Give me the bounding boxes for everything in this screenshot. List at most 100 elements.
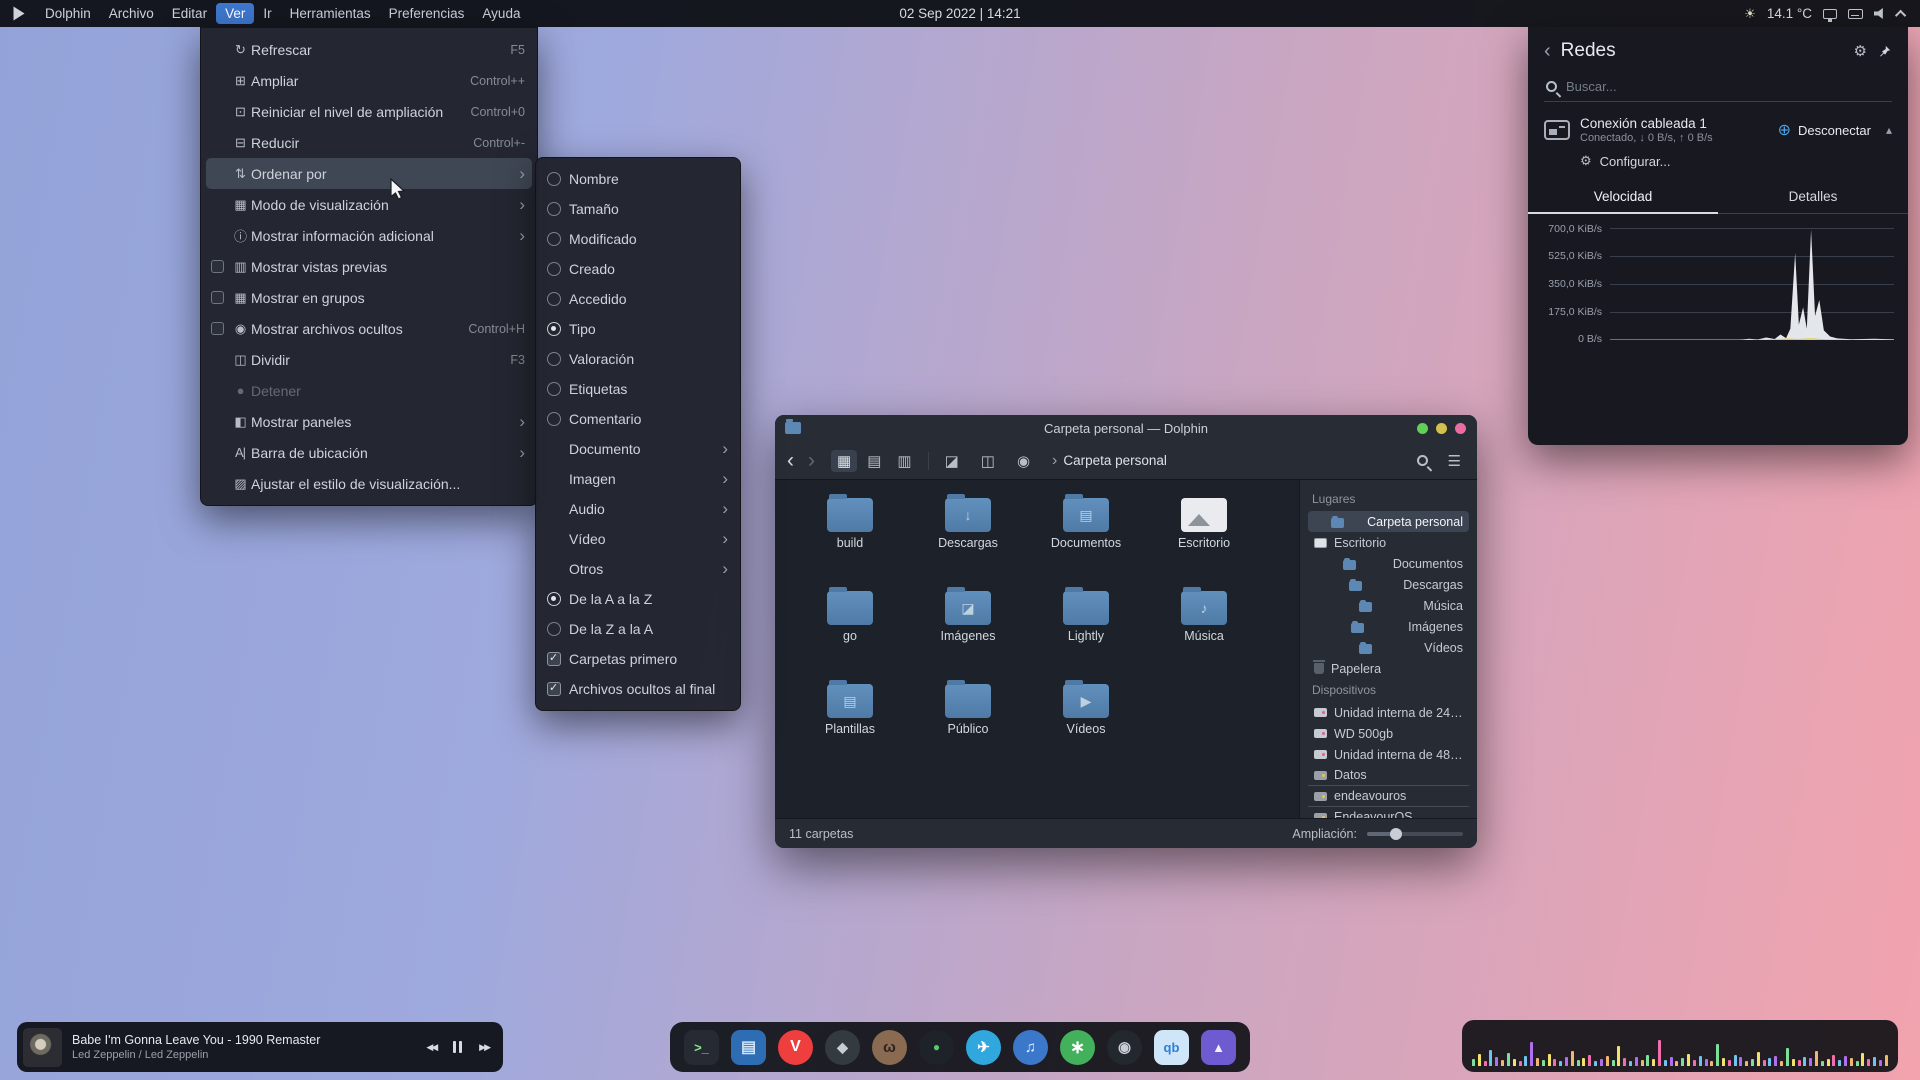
display-icon[interactable] bbox=[1823, 9, 1837, 19]
menu-item[interactable]: ◫ Dividir F3 bbox=[201, 344, 537, 375]
preview-button[interactable]: ◪ bbox=[939, 450, 965, 472]
submenu-item[interactable]: Carpetas primero bbox=[536, 644, 740, 674]
folder-item[interactable]: Público bbox=[913, 678, 1023, 771]
configure-link[interactable]: ⚙ Configurar... bbox=[1580, 153, 1892, 169]
dock-icon-file-manager[interactable]: ▤ bbox=[731, 1030, 766, 1065]
device-item[interactable]: endeavouros bbox=[1308, 786, 1469, 807]
dock-icon-music-app[interactable]: ♫ bbox=[1013, 1030, 1048, 1065]
device-item[interactable]: EndeavourOS bbox=[1308, 807, 1469, 818]
menu-item[interactable]: ▨ Ajustar el estilo de visualización... bbox=[201, 468, 537, 499]
menu-item[interactable]: ▦ Mostrar en grupos bbox=[201, 282, 537, 313]
submenu-item[interactable]: Imagen bbox=[536, 464, 740, 494]
dock-icon-inkscape[interactable]: ◆ bbox=[825, 1030, 860, 1065]
compact-view-button[interactable]: ▤ bbox=[861, 450, 887, 472]
dock-icon-vivaldi[interactable]: V bbox=[778, 1030, 813, 1065]
forward-button[interactable]: › bbox=[806, 450, 817, 471]
submenu-item[interactable]: Archivos ocultos al final bbox=[536, 674, 740, 704]
dock-icon-planet-app[interactable]: ● bbox=[919, 1030, 954, 1065]
device-item[interactable]: Unidad interna de 48,8 ... bbox=[1308, 744, 1469, 765]
menu-item[interactable]: ⊡ Reiniciar el nivel de ampliación Contr… bbox=[201, 96, 537, 127]
menu-item[interactable]: ⊟ Reducir Control+- bbox=[201, 127, 537, 158]
place-item[interactable]: Música bbox=[1308, 595, 1469, 616]
folder-item[interactable]: build bbox=[795, 492, 905, 585]
folder-item[interactable]: Lightly bbox=[1031, 585, 1141, 678]
submenu-item[interactable]: De la Z a la A bbox=[536, 614, 740, 644]
submenu-item[interactable]: De la A a la Z bbox=[536, 584, 740, 614]
device-item[interactable]: Unidad interna de 244,... bbox=[1308, 702, 1469, 723]
pause-icon[interactable] bbox=[453, 1041, 462, 1053]
submenu-item[interactable]: Creado bbox=[536, 254, 740, 284]
folder-item[interactable]: ↓ Descargas bbox=[913, 492, 1023, 585]
previous-track-icon[interactable]: ◀◀ bbox=[426, 1042, 436, 1053]
collapse-arrow-icon[interactable]: ▴ bbox=[1886, 123, 1892, 137]
folder-item[interactable]: ▤ Plantillas bbox=[795, 678, 905, 771]
folder-item[interactable]: ◪ Imágenes bbox=[913, 585, 1023, 678]
pin-icon[interactable] bbox=[1877, 44, 1892, 59]
place-item[interactable]: Carpeta personal bbox=[1308, 511, 1469, 532]
volume-icon[interactable] bbox=[1874, 8, 1887, 19]
dock-icon-terminal[interactable]: >_ bbox=[684, 1030, 719, 1065]
window-titlebar[interactable]: Carpeta personal — Dolphin bbox=[775, 415, 1477, 442]
menu-item[interactable]: ↻ Refrescar F5 bbox=[201, 34, 537, 65]
menu-item[interactable]: ● Detener bbox=[201, 375, 537, 406]
maximize-button[interactable] bbox=[1436, 423, 1447, 434]
menubar-item[interactable]: Ir bbox=[254, 3, 280, 24]
dock-icon-green-app[interactable]: ∗ bbox=[1060, 1030, 1095, 1065]
clock[interactable]: 02 Sep 2022 | 14:21 bbox=[899, 6, 1020, 21]
menubar-item[interactable]: Ayuda bbox=[473, 3, 529, 24]
show-hidden-button[interactable]: ◉ bbox=[1011, 450, 1036, 472]
connection-item[interactable]: Conexión cableada 1 Conectado, ↓ 0 B/s, … bbox=[1544, 116, 1892, 144]
place-item[interactable]: Documentos bbox=[1308, 553, 1469, 574]
folder-item[interactable]: ♪ Música bbox=[1149, 585, 1259, 678]
menu-item[interactable]: A| Barra de ubicación bbox=[201, 437, 537, 468]
icons-view-button[interactable]: ▦ bbox=[831, 450, 857, 472]
submenu-item[interactable]: Accedido bbox=[536, 284, 740, 314]
folder-item[interactable]: Escritorio bbox=[1149, 492, 1259, 585]
menubar-item[interactable]: Editar bbox=[163, 3, 216, 24]
configure-label[interactable]: Configurar... bbox=[1600, 154, 1671, 169]
temperature[interactable]: 14.1 °C bbox=[1767, 6, 1812, 21]
folder-item[interactable]: ▤ Documentos bbox=[1031, 492, 1141, 585]
menubar-item[interactable]: Preferencias bbox=[380, 3, 474, 24]
submenu-item[interactable]: Comentario bbox=[536, 404, 740, 434]
network-tab[interactable]: Detalles bbox=[1718, 182, 1908, 214]
menubar-item[interactable]: Dolphin bbox=[36, 3, 100, 24]
breadcrumb[interactable]: › Carpeta personal bbox=[1052, 452, 1167, 470]
chevron-up-icon[interactable] bbox=[1895, 9, 1906, 20]
search-icon[interactable] bbox=[1417, 455, 1428, 466]
keyboard-icon[interactable] bbox=[1848, 9, 1863, 19]
back-icon[interactable]: ‹ bbox=[1544, 41, 1551, 61]
dock-icon-cat-app[interactable]: ω bbox=[872, 1030, 907, 1065]
minimize-button[interactable] bbox=[1417, 423, 1428, 434]
submenu-item[interactable]: Documento bbox=[536, 434, 740, 464]
zoom-slider[interactable] bbox=[1367, 832, 1463, 836]
split-button[interactable]: ◫ bbox=[975, 450, 1001, 472]
menubar-item[interactable]: Herramientas bbox=[281, 3, 380, 24]
place-item[interactable]: Descargas bbox=[1308, 574, 1469, 595]
folder-item[interactable]: go bbox=[795, 585, 905, 678]
menu-item[interactable]: ▥ Mostrar vistas previas bbox=[201, 251, 537, 282]
menubar-item[interactable]: Archivo bbox=[100, 3, 163, 24]
dock-icon-flameshot[interactable]: ▲ bbox=[1201, 1030, 1236, 1065]
place-item[interactable]: Imágenes bbox=[1308, 616, 1469, 637]
zoom-slider-knob[interactable] bbox=[1390, 828, 1402, 840]
menu-item[interactable]: ◧ Mostrar paneles bbox=[201, 406, 537, 437]
menu-item[interactable]: ⇅ Ordenar por bbox=[206, 158, 532, 189]
dock-icon-steam[interactable]: ◉ bbox=[1107, 1030, 1142, 1065]
next-track-icon[interactable]: ▶▶ bbox=[479, 1042, 489, 1053]
details-view-button[interactable]: ▥ bbox=[891, 450, 917, 472]
submenu-item[interactable]: Modificado bbox=[536, 224, 740, 254]
network-tab[interactable]: Velocidad bbox=[1528, 182, 1718, 214]
disconnect-button[interactable]: Desconectar bbox=[1798, 123, 1871, 138]
submenu-item[interactable]: Etiquetas bbox=[536, 374, 740, 404]
place-item[interactable]: Escritorio bbox=[1308, 532, 1469, 553]
place-item[interactable]: Papelera bbox=[1308, 658, 1469, 679]
folder-item[interactable]: ▶ Vídeos bbox=[1031, 678, 1141, 771]
submenu-item[interactable]: Otros bbox=[536, 554, 740, 584]
dock-icon-telegram[interactable]: ✈ bbox=[966, 1030, 1001, 1065]
menu-item[interactable]: ▦ Modo de visualización bbox=[201, 189, 537, 220]
submenu-item[interactable]: Tamaño bbox=[536, 194, 740, 224]
place-item[interactable]: Vídeos bbox=[1308, 637, 1469, 658]
menu-item[interactable]: ◉ Mostrar archivos ocultos Control+H bbox=[201, 313, 537, 344]
device-item[interactable]: WD 500gb bbox=[1308, 723, 1469, 744]
